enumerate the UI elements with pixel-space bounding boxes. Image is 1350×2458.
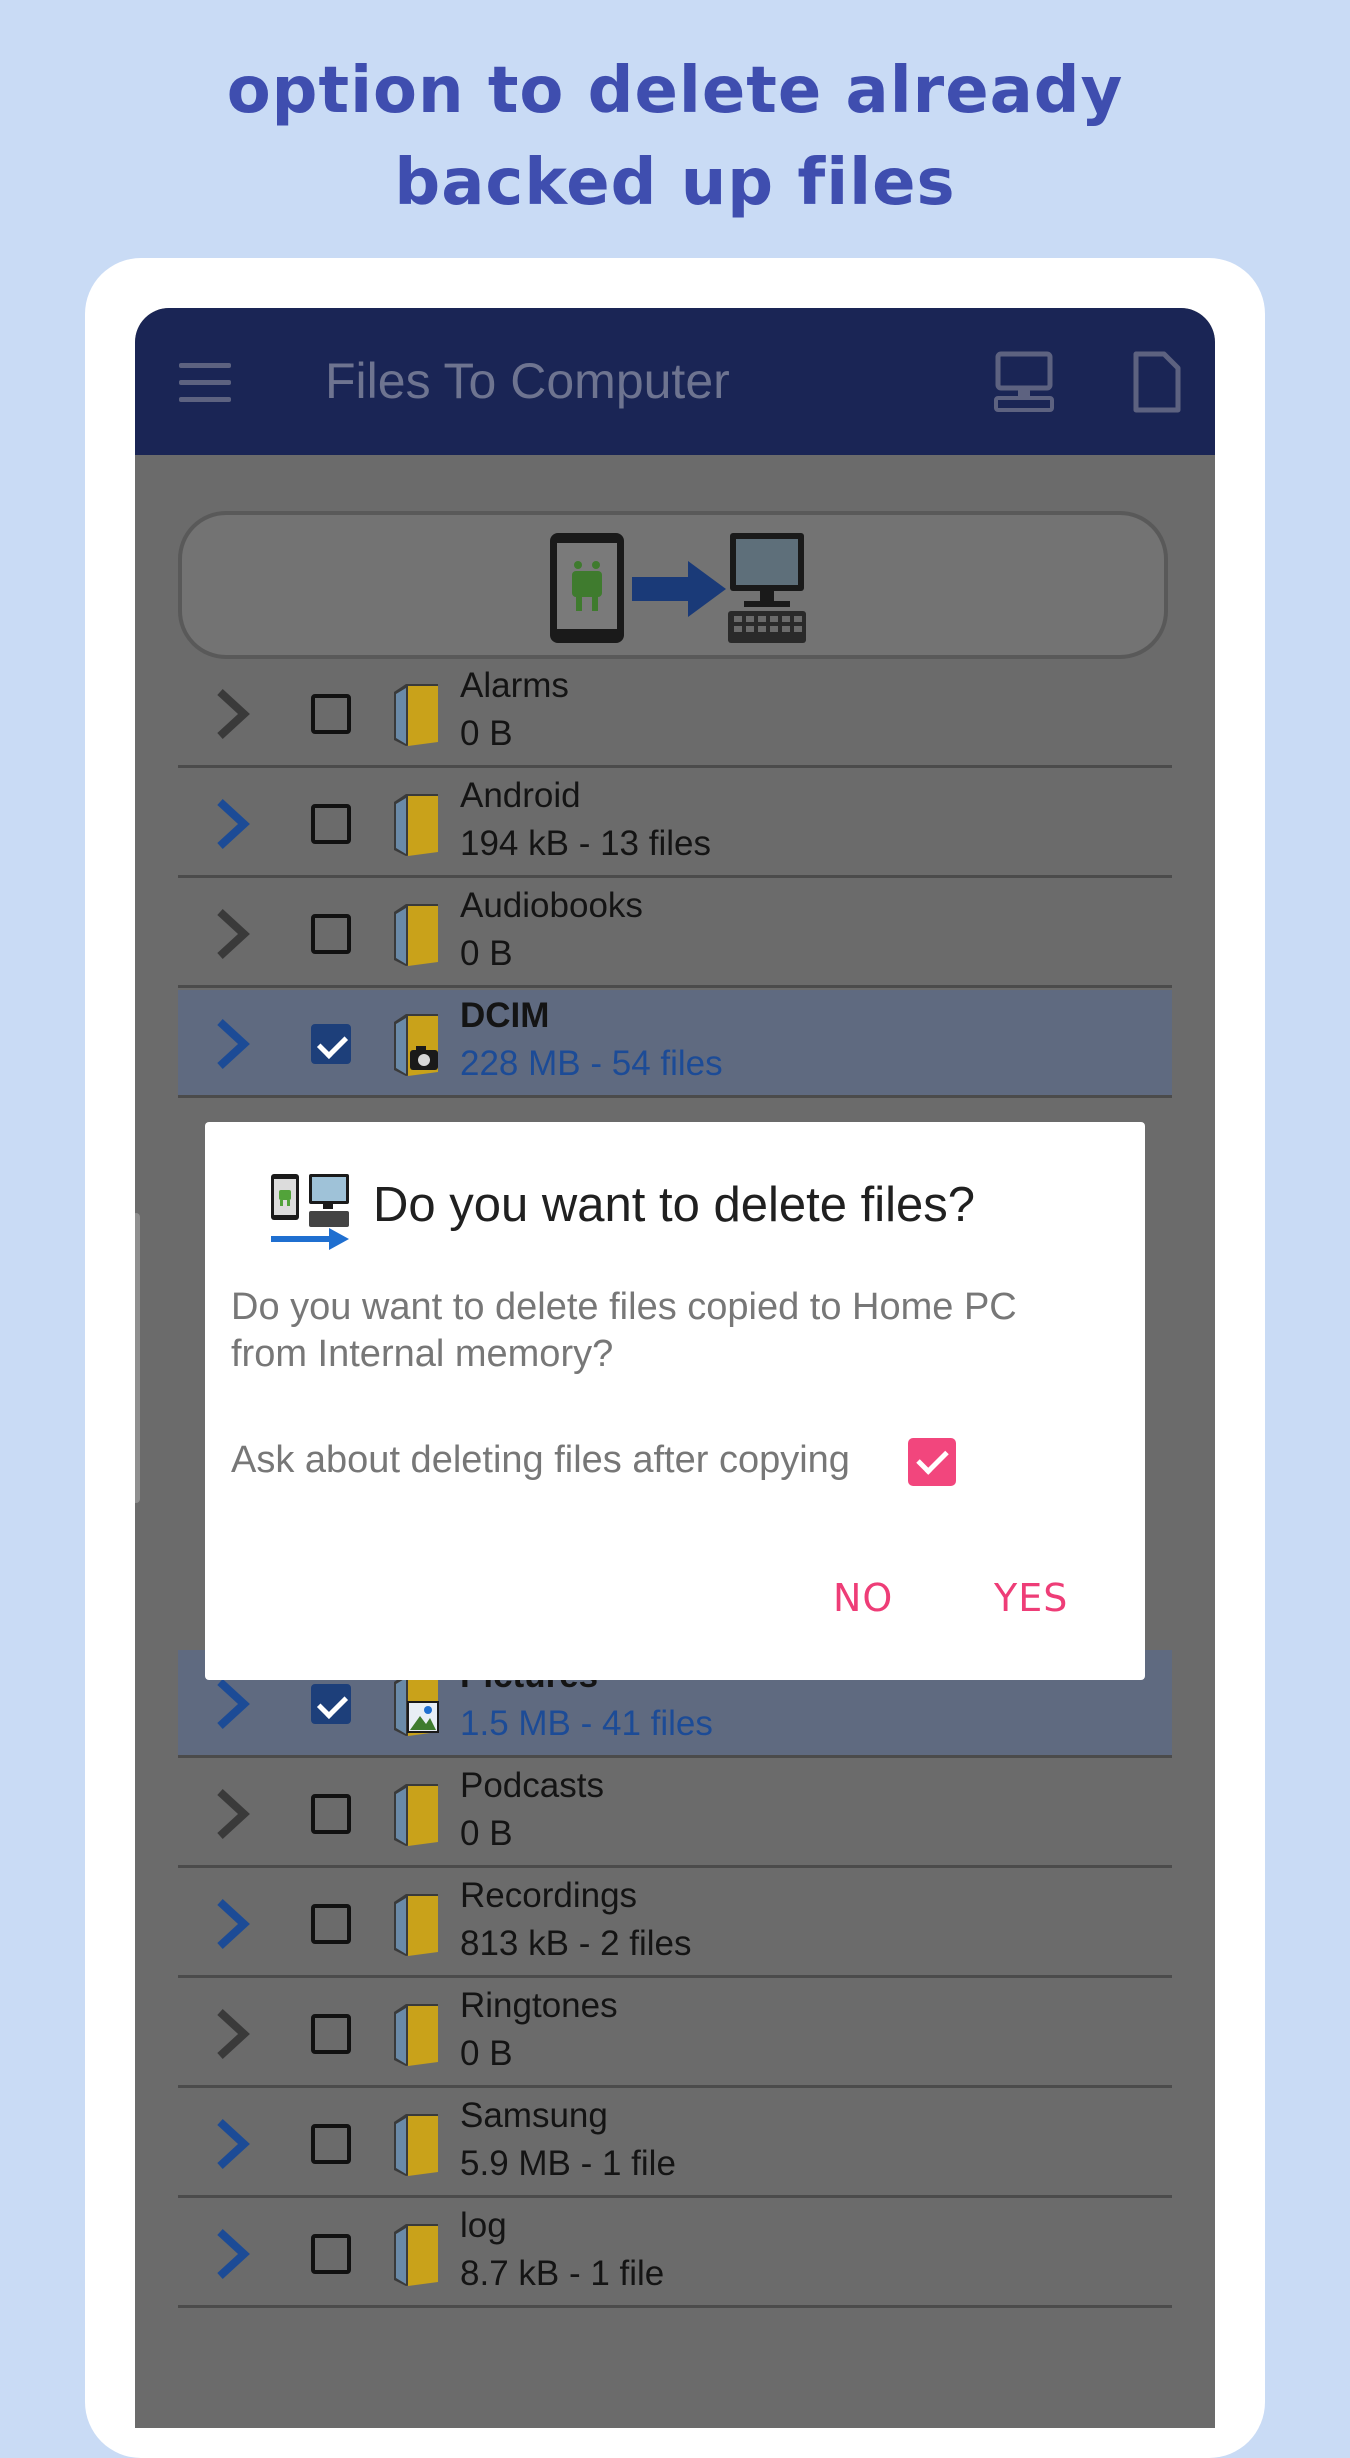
folder-icon — [394, 1784, 438, 1846]
folder-meta: 0 B — [460, 714, 513, 753]
folder-row[interactable]: Audiobooks 0 B — [178, 880, 1172, 988]
folder-checkbox[interactable] — [311, 2014, 351, 2054]
promo-headline: option to delete already backed up files — [0, 45, 1350, 229]
transfer-button[interactable] — [178, 511, 1168, 659]
computer-icon[interactable] — [992, 350, 1056, 414]
folder-meta: 8.7 kB - 1 file — [460, 2254, 665, 2293]
chevron-right-icon[interactable] — [214, 2118, 250, 2170]
folder-meta: 813 kB - 2 files — [460, 1924, 692, 1963]
folder-checkbox[interactable] — [311, 1684, 351, 1724]
chevron-right-icon[interactable] — [214, 2008, 250, 2060]
chevron-right-icon[interactable] — [214, 688, 250, 740]
folder-name: Recordings — [460, 1876, 638, 1915]
folder-meta: 0 B — [460, 934, 513, 973]
scroll-handle[interactable] — [135, 1213, 140, 1503]
folder-row[interactable]: Alarms 0 B — [178, 660, 1172, 768]
yes-button[interactable]: YES — [994, 1576, 1068, 1620]
document-icon[interactable] — [1132, 350, 1182, 414]
chevron-right-icon[interactable] — [214, 798, 250, 850]
folder-meta: 194 kB - 13 files — [460, 824, 711, 863]
folder-checkbox[interactable] — [311, 694, 351, 734]
ask-delete-label: Ask about deleting files after copying — [231, 1439, 850, 1481]
chevron-right-icon[interactable] — [214, 2228, 250, 2280]
folder-name: log — [460, 2206, 507, 2245]
folder-name: Ringtones — [460, 1986, 618, 2025]
folder-row[interactable]: DCIM 228 MB - 54 files — [178, 990, 1172, 1098]
folder-icon — [394, 794, 438, 856]
pictures-folder-icon — [394, 1674, 439, 1736]
folder-name: Alarms — [460, 666, 569, 705]
promo-headline-line1: option to delete already — [226, 54, 1124, 128]
folder-checkbox[interactable] — [311, 804, 351, 844]
folder-row[interactable]: Android 194 kB - 13 files — [178, 770, 1172, 878]
folder-meta: 5.9 MB - 1 file — [460, 2144, 676, 2183]
promo-headline-line2: backed up files — [394, 146, 956, 220]
delete-dialog: Do you want to delete files? Do you want… — [205, 1122, 1145, 1680]
phone-to-computer-icon — [271, 1174, 349, 1250]
phone-to-computer-icon — [550, 533, 806, 643]
folder-checkbox[interactable] — [311, 2234, 351, 2274]
folder-icon — [394, 2114, 438, 2176]
folder-row[interactable]: log 8.7 kB - 1 file — [178, 2200, 1172, 2308]
folder-icon — [394, 2224, 438, 2286]
folder-meta: 0 B — [460, 1814, 513, 1853]
dialog-message: Do you want to delete files copied to Ho… — [231, 1286, 1017, 1375]
folder-name: DCIM — [460, 996, 550, 1035]
folder-meta: 1.5 MB - 41 files — [460, 1704, 713, 1743]
folder-icon — [394, 1894, 438, 1956]
app-title: Files To Computer — [325, 353, 730, 409]
folder-icon — [394, 2004, 438, 2066]
hamburger-menu-icon[interactable] — [179, 363, 231, 403]
folder-row[interactable]: Samsung 5.9 MB - 1 file — [178, 2090, 1172, 2198]
folder-meta: 228 MB - 54 files — [460, 1044, 723, 1083]
folder-checkbox[interactable] — [311, 2124, 351, 2164]
dialog-title: Do you want to delete files? — [373, 1178, 975, 1232]
folder-icon — [394, 684, 438, 746]
folder-icon — [394, 904, 438, 966]
no-button[interactable]: NO — [833, 1576, 893, 1620]
app-bar: Files To Computer — [135, 308, 1215, 455]
chevron-right-icon[interactable] — [214, 1018, 250, 1070]
chevron-right-icon[interactable] — [214, 908, 250, 960]
camera-folder-icon — [394, 1014, 438, 1076]
ask-delete-checkbox[interactable] — [908, 1438, 956, 1486]
folder-meta: 0 B — [460, 2034, 513, 2073]
folder-name: Samsung — [460, 2096, 608, 2135]
folder-row[interactable]: Podcasts 0 B — [178, 1760, 1172, 1868]
folder-checkbox[interactable] — [311, 914, 351, 954]
folder-row[interactable]: Recordings 813 kB - 2 files — [178, 1870, 1172, 1978]
folder-checkbox[interactable] — [311, 1024, 351, 1064]
folder-checkbox[interactable] — [311, 1794, 351, 1834]
folder-row[interactable]: Ringtones 0 B — [178, 1980, 1172, 2088]
folder-checkbox[interactable] — [311, 1904, 351, 1944]
chevron-right-icon[interactable] — [214, 1898, 250, 1950]
chevron-right-icon[interactable] — [214, 1678, 250, 1730]
folder-name: Audiobooks — [460, 886, 643, 925]
chevron-right-icon[interactable] — [214, 1788, 250, 1840]
folder-name: Podcasts — [460, 1766, 604, 1805]
folder-name: Android — [460, 776, 581, 815]
